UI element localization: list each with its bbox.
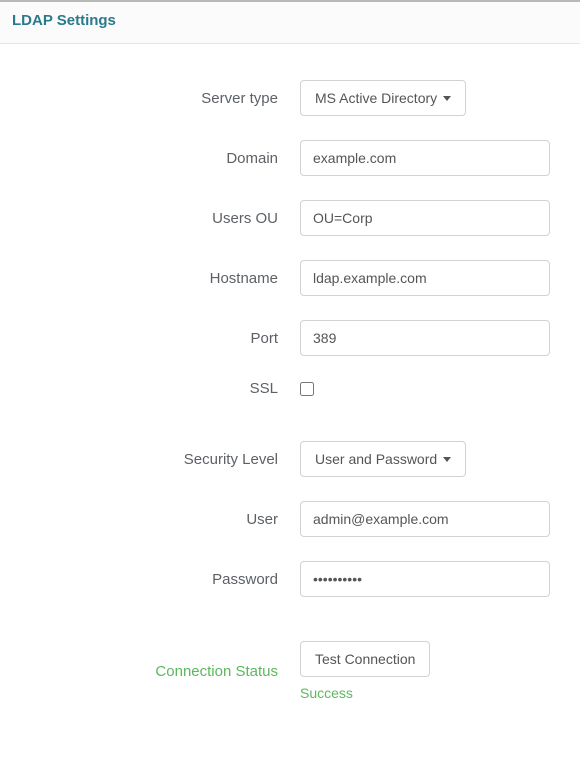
label-hostname: Hostname	[0, 270, 300, 287]
row-user: User	[0, 501, 580, 537]
row-ssl: SSL	[0, 380, 580, 397]
label-server-type: Server type	[0, 90, 300, 107]
row-connection-status: Connection Status Test Connection Succes…	[0, 641, 580, 701]
label-password: Password	[0, 571, 300, 588]
password-input[interactable]	[300, 561, 550, 597]
user-input[interactable]	[300, 501, 550, 537]
server-type-dropdown[interactable]: MS Active Directory	[300, 80, 466, 116]
ssl-checkbox[interactable]	[300, 382, 314, 396]
caret-down-icon	[443, 96, 451, 101]
row-domain: Domain	[0, 140, 580, 176]
panel-header: LDAP Settings	[0, 0, 580, 44]
test-connection-button[interactable]: Test Connection	[300, 641, 430, 677]
row-users-ou: Users OU	[0, 200, 580, 236]
row-server-type: Server type MS Active Directory	[0, 80, 580, 116]
ldap-settings-form: Server type MS Active Directory Domain U…	[0, 44, 580, 701]
connection-status-result: Success	[300, 685, 353, 701]
label-ssl: SSL	[0, 380, 300, 397]
caret-down-icon	[443, 457, 451, 462]
label-security-level: Security Level	[0, 451, 300, 468]
security-level-value: User and Password	[315, 451, 437, 467]
row-security-level: Security Level User and Password	[0, 441, 580, 477]
label-connection-status: Connection Status	[155, 663, 278, 680]
domain-input[interactable]	[300, 140, 550, 176]
server-type-value: MS Active Directory	[315, 90, 437, 106]
row-password: Password	[0, 561, 580, 597]
security-level-dropdown[interactable]: User and Password	[300, 441, 466, 477]
label-user: User	[0, 511, 300, 528]
panel-title: LDAP Settings	[12, 12, 116, 29]
port-input[interactable]	[300, 320, 550, 356]
hostname-input[interactable]	[300, 260, 550, 296]
users-ou-input[interactable]	[300, 200, 550, 236]
row-port: Port	[0, 320, 580, 356]
row-hostname: Hostname	[0, 260, 580, 296]
label-domain: Domain	[0, 150, 300, 167]
label-users-ou: Users OU	[0, 210, 300, 227]
label-port: Port	[0, 330, 300, 347]
